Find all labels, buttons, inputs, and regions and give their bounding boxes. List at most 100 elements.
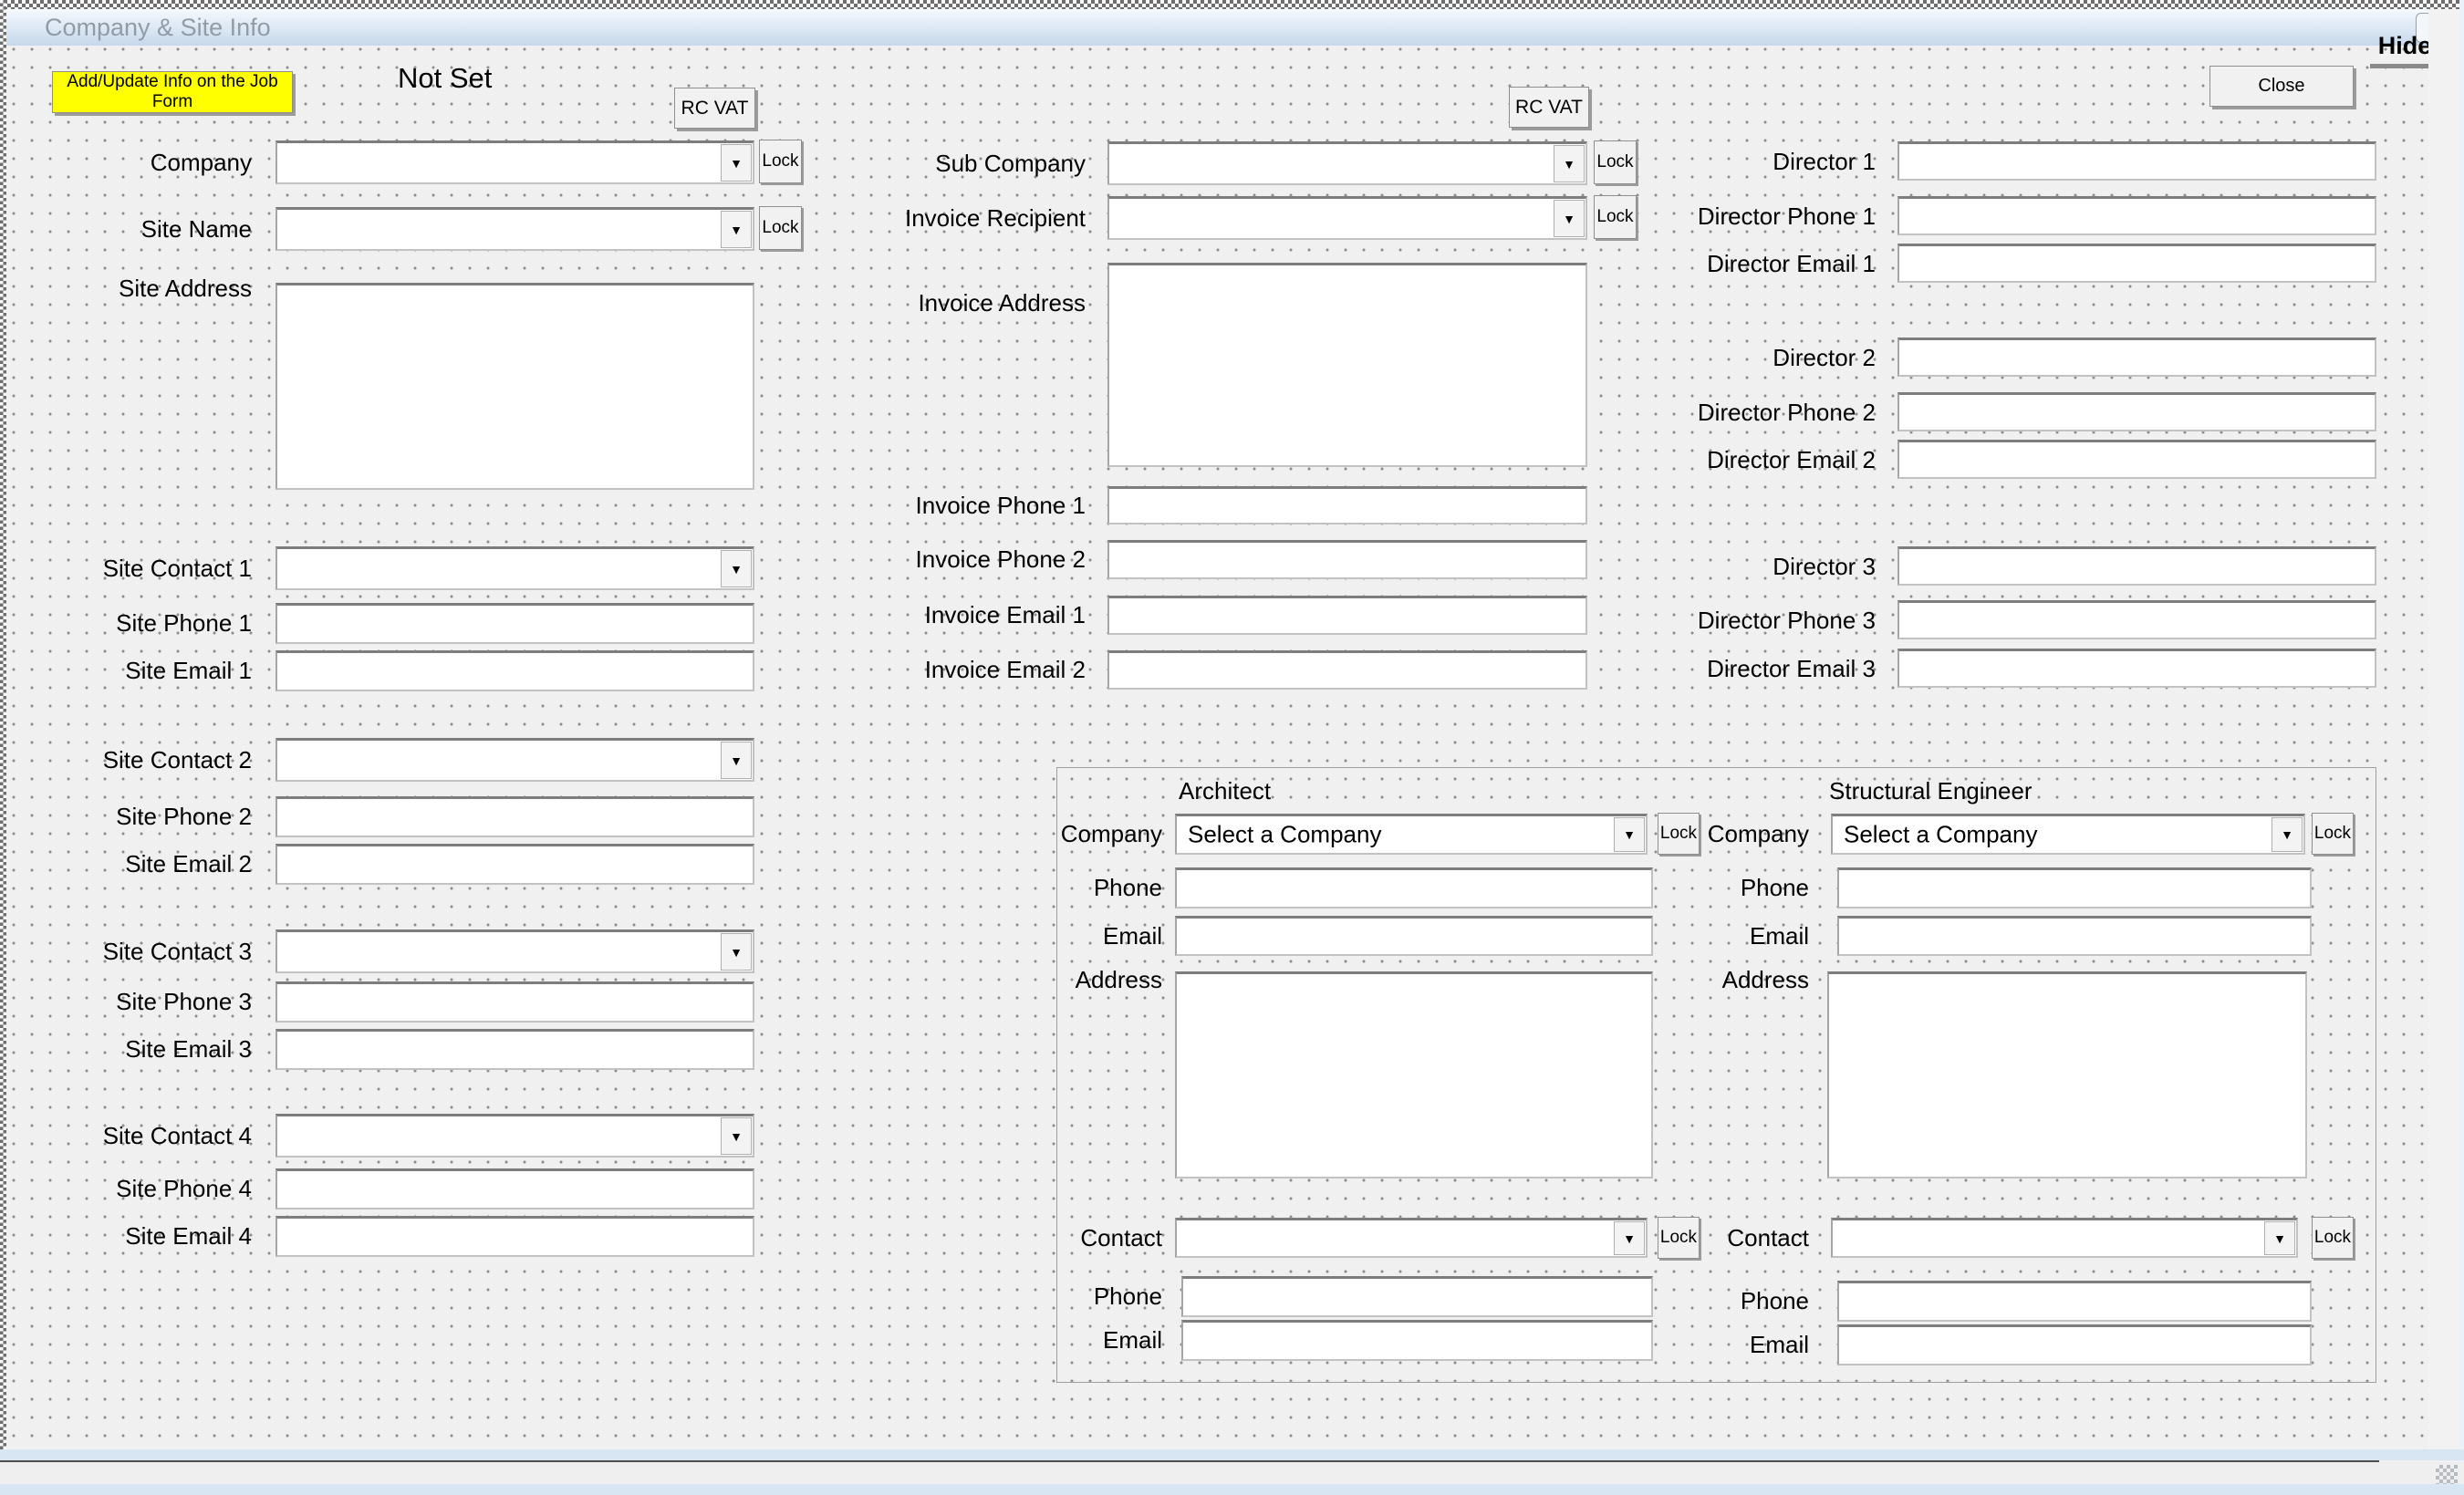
site-contact-3-combobox[interactable]: ▼: [276, 929, 754, 973]
director-phone-1-input[interactable]: [1897, 196, 2376, 235]
dropdown-arrow-icon[interactable]: ▼: [2264, 1221, 2295, 1255]
window-border-left: [0, 0, 6, 1495]
structural-engineer-heading: Structural Engineer: [1829, 777, 2033, 805]
dropdown-arrow-icon[interactable]: ▼: [721, 742, 752, 779]
director-3-label: Director 3: [1642, 552, 1876, 581]
dropdown-arrow-icon[interactable]: ▼: [721, 1117, 752, 1155]
invoice-recipient-lock-button[interactable]: Lock: [1594, 195, 1637, 239]
director-phone-3-input[interactable]: [1897, 600, 2376, 639]
site-phone-1-label: Site Phone 1: [18, 608, 252, 638]
structural-company-lock-button[interactable]: Lock: [2312, 813, 2354, 855]
invoice-recipient-combobox[interactable]: ▼: [1107, 196, 1587, 240]
architect-address-textarea[interactable]: [1175, 971, 1653, 1178]
structural-contact-label: Contact: [1578, 1223, 1809, 1252]
status-label: Not Set: [398, 62, 492, 95]
dropdown-arrow-icon[interactable]: ▼: [2272, 817, 2303, 852]
company-combobox[interactable]: ▼: [276, 140, 754, 184]
structural-contact-phone-input[interactable]: [1837, 1281, 2312, 1322]
structural-contact-email-input[interactable]: [1837, 1324, 2312, 1365]
horizontal-scrollbar[interactable]: [0, 1462, 2464, 1484]
structural-contact-email-label: Email: [1578, 1330, 1809, 1359]
invoice-email-2-label: Invoice Email 2: [858, 655, 1086, 684]
site-phone-3-input[interactable]: [276, 981, 754, 1023]
director-3-input[interactable]: [1897, 546, 2376, 586]
dropdown-arrow-icon[interactable]: ▼: [721, 144, 752, 182]
director-2-label: Director 2: [1642, 343, 1876, 372]
dropdown-arrow-icon[interactable]: ▼: [721, 550, 752, 587]
architect-heading: Architect: [1179, 777, 1271, 805]
site-phone-1-input[interactable]: [276, 603, 754, 644]
site-contact-4-label: Site Contact 4: [18, 1121, 252, 1150]
dropdown-arrow-icon[interactable]: ▼: [721, 211, 752, 248]
director-1-input[interactable]: [1897, 141, 2376, 181]
window-border-top: [0, 0, 2464, 9]
sub-company-combobox[interactable]: ▼: [1107, 141, 1587, 185]
structural-company-combobox[interactable]: Select a Company ▼: [1831, 814, 2305, 855]
structural-address-label: Address: [1578, 965, 1809, 994]
dropdown-arrow-icon[interactable]: ▼: [721, 933, 752, 971]
window-title: Company & Site Info: [45, 14, 271, 42]
rc-vat-button-invoice[interactable]: RC VAT: [1509, 87, 1589, 128]
close-button[interactable]: Close: [2209, 66, 2354, 107]
site-name-combobox[interactable]: ▼: [276, 207, 754, 251]
site-contact-4-combobox[interactable]: ▼: [276, 1114, 754, 1158]
dropdown-arrow-icon[interactable]: ▼: [1554, 145, 1585, 182]
sub-company-lock-button[interactable]: Lock: [1594, 140, 1637, 184]
director-phone-2-label: Director Phone 2: [1642, 398, 1876, 427]
rc-vat-button-site[interactable]: RC VAT: [674, 88, 755, 129]
structural-contact-combobox[interactable]: ▼: [1831, 1218, 2298, 1258]
site-address-textarea[interactable]: [276, 283, 754, 490]
invoice-phone-1-input[interactable]: [1107, 486, 1587, 524]
add-update-job-form-button[interactable]: Add/Update Info on the Job Form: [52, 71, 293, 113]
structural-phone-input[interactable]: [1837, 867, 2312, 908]
architect-contact-combobox[interactable]: ▼: [1175, 1218, 1648, 1258]
invoice-phone-2-input[interactable]: [1107, 540, 1587, 579]
structural-email-label: Email: [1578, 921, 1809, 950]
director-1-label: Director 1: [1642, 147, 1876, 176]
director-email-3-input[interactable]: [1897, 649, 2376, 688]
site-contact-1-label: Site Contact 1: [18, 554, 252, 583]
site-email-1-label: Site Email 1: [18, 656, 252, 685]
director-email-2-input[interactable]: [1897, 440, 2376, 479]
architect-company-value: Select a Company: [1188, 821, 1381, 849]
director-phone-3-label: Director Phone 3: [1642, 606, 1876, 635]
company-lock-button[interactable]: Lock: [759, 140, 802, 183]
site-contact-2-combobox[interactable]: ▼: [276, 738, 754, 782]
invoice-email-1-input[interactable]: [1107, 596, 1587, 635]
invoice-email-2-input[interactable]: [1107, 650, 1587, 690]
vertical-scrollbar[interactable]: [2428, 9, 2459, 1460]
dropdown-arrow-icon[interactable]: ▼: [1554, 200, 1585, 237]
architect-phone-label: Phone: [930, 873, 1162, 902]
structural-contact-lock-button[interactable]: Lock: [2312, 1217, 2354, 1259]
structural-company-value: Select a Company: [1844, 821, 2037, 849]
site-contact-1-combobox[interactable]: ▼: [276, 546, 754, 590]
invoice-phone-2-label: Invoice Phone 2: [858, 545, 1086, 574]
site-email-1-input[interactable]: [276, 650, 754, 691]
structural-address-textarea[interactable]: [1827, 971, 2307, 1178]
architect-address-label: Address: [930, 965, 1162, 994]
company-site-info-window: Company & Site Info Add/Update Info on t…: [0, 0, 2464, 1495]
architect-company-combobox[interactable]: Select a Company ▼: [1175, 814, 1648, 855]
director-email-3-label: Director Email 3: [1642, 654, 1876, 683]
site-name-lock-button[interactable]: Lock: [759, 206, 802, 250]
site-email-2-label: Site Email 2: [18, 849, 252, 878]
architect-contact-label: Contact: [930, 1223, 1162, 1252]
director-email-1-input[interactable]: [1897, 244, 2376, 283]
resize-grip-icon[interactable]: [2436, 1465, 2458, 1485]
site-email-4-input[interactable]: [276, 1216, 754, 1257]
sub-company-label: Sub Company: [858, 149, 1086, 178]
invoice-address-textarea[interactable]: [1107, 263, 1587, 467]
site-phone-4-input[interactable]: [276, 1168, 754, 1209]
structural-email-input[interactable]: [1837, 916, 2312, 956]
structural-company-label: Company: [1578, 819, 1809, 848]
title-bar: Company & Site Info: [6, 9, 2464, 46]
site-email-3-input[interactable]: [276, 1029, 754, 1070]
director-2-input[interactable]: [1897, 337, 2376, 377]
site-address-label: Site Address: [18, 274, 252, 303]
window-border-right: [2459, 0, 2464, 1495]
architect-email-label: Email: [930, 921, 1162, 950]
site-email-2-input[interactable]: [276, 844, 754, 885]
site-phone-2-input[interactable]: [276, 796, 754, 837]
director-phone-2-input[interactable]: [1897, 392, 2376, 431]
window-frame-strip: [0, 1449, 2464, 1460]
